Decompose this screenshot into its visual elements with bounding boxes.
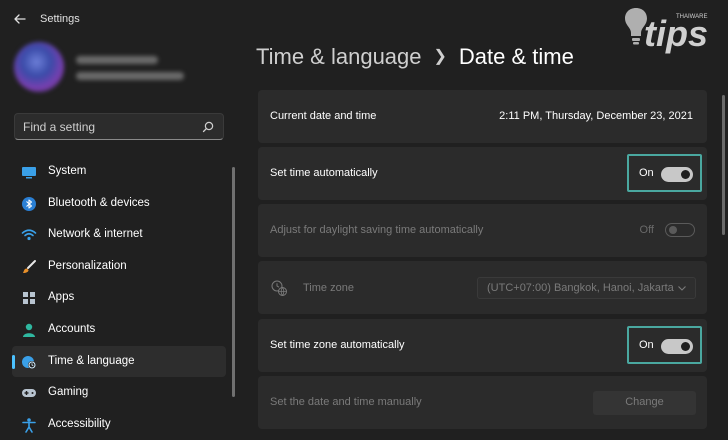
set-time-zone-automatically-toggle[interactable] [661, 339, 693, 354]
search-placeholder: Find a setting [23, 120, 96, 134]
accessibility-icon [22, 417, 36, 433]
person-icon [23, 323, 35, 337]
toggle-knob [681, 170, 690, 179]
blurred-username [76, 56, 158, 64]
sidebar-item-label: Personalization [48, 259, 127, 272]
apps-icon [23, 292, 35, 305]
highlight-box: On [627, 326, 702, 364]
set-date-time-manually-card: Set the date and time manually Change [258, 376, 707, 429]
breadcrumb: Time & language ❯ Date & time [256, 44, 574, 70]
chevron-down-icon [678, 286, 686, 291]
blurred-email [76, 72, 184, 80]
globe-clock-icon [271, 280, 287, 296]
sidebar-item-apps[interactable]: Apps [12, 282, 226, 314]
set-time-zone-automatically-label: Set time zone automatically [270, 339, 405, 351]
time-zone-card: Time zone (UTC+07:00) Bangkok, Hanoi, Ja… [258, 261, 707, 314]
set-time-zone-automatically-card: Set time zone automatically On [258, 319, 707, 372]
globe-clock-icon [22, 355, 36, 369]
search-icon[interactable] [201, 120, 215, 134]
svg-text:tips: tips [644, 13, 708, 54]
app-title: Settings [40, 13, 80, 25]
sidebar-item-time-language[interactable]: Time & language [12, 345, 226, 378]
set-time-automatically-label: Set time automatically [270, 167, 378, 179]
set-time-automatically-toggle[interactable] [661, 167, 693, 182]
toggle-state-text: Off [639, 224, 654, 236]
brush-icon [23, 259, 36, 273]
daylight-saving-toggle[interactable] [665, 223, 695, 237]
current-date-time-label: Current date and time [270, 110, 377, 122]
wifi-icon [21, 229, 37, 241]
monitor-icon [22, 167, 36, 179]
main-scrollbar[interactable] [722, 95, 725, 235]
sidebar-item-gaming[interactable]: Gaming [12, 377, 226, 409]
set-time-automatically-card: Set time automatically On [258, 147, 707, 200]
sidebar-item-label: Accounts [48, 322, 96, 335]
time-zone-label: Time zone [303, 282, 354, 294]
sidebar-item-accounts[interactable]: Accounts [12, 314, 226, 346]
sidebar-item-label: Network & internet [48, 228, 143, 241]
sidebar-item-network[interactable]: Network & internet [12, 219, 226, 251]
toggle-knob [681, 342, 690, 351]
sidebar-item-system[interactable]: System [12, 156, 226, 188]
current-date-time-value: 2:11 PM, Thursday, December 23, 2021 [499, 110, 693, 122]
chevron-right-icon: ❯ [433, 48, 447, 65]
bluetooth-icon [22, 196, 36, 211]
sidebar-item-label: Apps [48, 291, 75, 304]
time-zone-dropdown[interactable]: (UTC+07:00) Bangkok, Hanoi, Jakarta [477, 277, 696, 299]
selection-indicator [12, 354, 15, 369]
time-zone-value: (UTC+07:00) Bangkok, Hanoi, Jakarta [487, 282, 674, 294]
user-profile[interactable] [14, 42, 224, 94]
daylight-saving-label: Adjust for daylight saving time automati… [270, 224, 484, 236]
search-input[interactable]: Find a setting [14, 113, 224, 140]
highlight-box: On [627, 154, 702, 192]
sidebar-item-personalization[interactable]: Personalization [12, 251, 226, 283]
toggle-state-text: On [639, 167, 654, 179]
sidebar-item-label: Time & language [48, 354, 135, 367]
current-date-time-card: Current date and time 2:11 PM, Thursday,… [258, 90, 707, 143]
title-bar: Settings [0, 0, 728, 38]
sidebar-item-accessibility[interactable]: Accessibility [12, 409, 226, 440]
sidebar-item-label: Accessibility [48, 417, 111, 430]
sidebar-item-bluetooth[interactable]: Bluetooth & devices [12, 188, 226, 220]
sidebar-item-label: System [48, 165, 87, 177]
change-button[interactable]: Change [593, 391, 696, 415]
set-date-time-manually-label: Set the date and time manually [270, 396, 422, 408]
sidebar-item-label: Bluetooth & devices [48, 196, 150, 209]
change-button-label: Change [625, 396, 664, 408]
page-title: Date & time [458, 44, 574, 69]
sidebar-nav: System Bluetooth & devices Network & int… [12, 156, 226, 440]
breadcrumb-parent[interactable]: Time & language [256, 44, 422, 69]
sidebar-item-label: Gaming [48, 386, 89, 399]
back-arrow-icon[interactable] [10, 9, 30, 29]
gamepad-icon [22, 389, 36, 398]
toggle-state-text: On [639, 339, 654, 351]
toggle-knob [669, 226, 677, 234]
sidebar-scrollbar[interactable] [232, 167, 235, 397]
daylight-saving-card: Adjust for daylight saving time automati… [258, 204, 707, 257]
tips-logo: THAIWARE tips [625, 8, 708, 54]
avatar [14, 42, 64, 92]
